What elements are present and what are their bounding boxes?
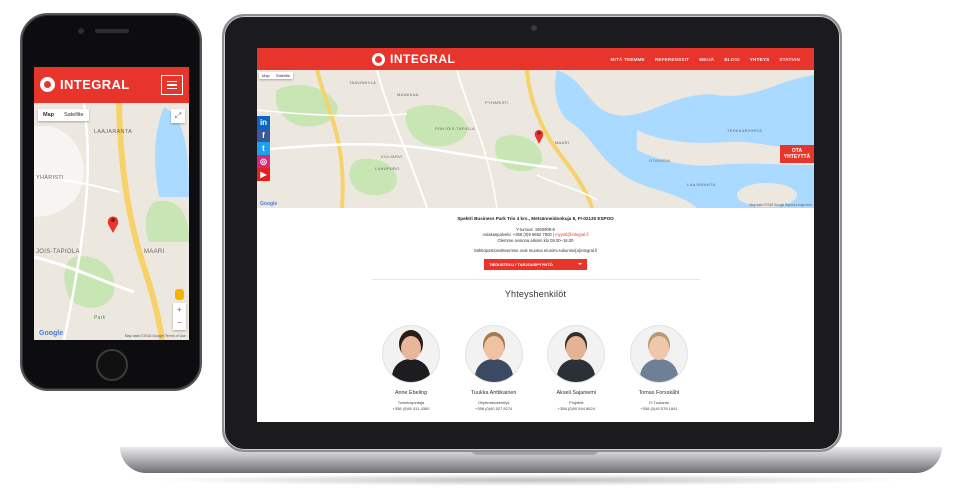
map-embed[interactable]: Map Satellite TAAVINKYLÄ MANKKAA PYHÄRIS…	[257, 70, 814, 208]
phone-map-label: YHÄRISTI	[36, 175, 64, 181]
phone-map-credit: Map data ©2018 Google Terms of Use	[124, 334, 186, 338]
person-card: Anne Ebeling Toimitusjohtaja +358 (0)50 …	[380, 326, 442, 411]
person-phone[interactable]: +358 (0)50 544 8624	[545, 406, 607, 411]
map-label: PYHÄRISTI	[485, 100, 509, 105]
person-role: Ohjelmistokehitys	[477, 400, 510, 405]
person-name: Tomas Forsskåhl	[638, 390, 680, 396]
zoom-out-button[interactable]: −	[173, 316, 186, 329]
map-label: TEKKKARIVIRTA	[727, 128, 763, 133]
fullscreen-icon[interactable]: ⤢	[171, 109, 185, 123]
person-role: Projektit	[569, 400, 584, 405]
social-bar: in f t ◎ ▶	[257, 116, 270, 181]
contact-content: Spektri Business Park Trio 4 krs., Metsä…	[257, 208, 814, 411]
facebook-icon[interactable]: f	[257, 129, 270, 142]
instagram-icon[interactable]: ◎	[257, 155, 270, 168]
phone-speaker	[95, 29, 129, 33]
laptop-camera	[531, 25, 537, 31]
person-role: IT-Tuotanto	[648, 400, 670, 405]
person-card: Tuukka Anttikainen Ohjelmistokehitys +35…	[463, 326, 525, 411]
home-button[interactable]	[96, 349, 128, 381]
avatar	[630, 326, 687, 382]
map-credit: Map data ©2018 Google Report a map error	[749, 203, 812, 207]
map-label: TAAVINKYLÄ	[349, 80, 377, 85]
map-tab-satellite[interactable]: Satellite	[273, 72, 293, 79]
company-info: Y-tunnus: 1960908-8 Asiakaspalvelu: +358…	[257, 227, 814, 243]
brand-name: INTEGRAL	[390, 52, 456, 66]
nav-item-mita-teemme[interactable]: MITÄ TEEMME	[610, 57, 644, 62]
map-label: MANKKAA	[397, 92, 419, 97]
person-card: Akseli Sajaniemi Projektit +358 (0)50 54…	[545, 326, 607, 411]
linkedin-icon[interactable]: in	[257, 116, 270, 129]
map-type-tabs: Map Satellite	[259, 72, 294, 79]
contact-cta-button[interactable]: OTA YHTEYTTÄ	[780, 145, 814, 163]
pegman-icon[interactable]	[175, 289, 184, 300]
map-label: KIVIJÄRVI	[381, 154, 403, 159]
youtube-icon[interactable]: ▶	[257, 168, 270, 181]
phone-map-label: LAAJARANTA	[94, 129, 133, 135]
map-label: MAARI	[555, 140, 570, 145]
phone-map-label: JOIS-TAPIOLA	[36, 249, 80, 255]
person-card: Tomas Forsskåhl IT-Tuotanto +358 (0)40 5…	[628, 326, 690, 411]
map-label: OTANIEMI	[649, 158, 671, 163]
phone-camera	[78, 28, 84, 34]
person-role: Toimitusjohtaja	[397, 400, 425, 405]
zoom-in-button[interactable]: +	[173, 303, 186, 316]
person-name: Tuukka Anttikainen	[470, 390, 517, 396]
map-tab-map[interactable]: Map	[38, 109, 59, 121]
map-label: LUKUPURO	[375, 166, 400, 171]
avatar	[383, 326, 439, 382]
twitter-icon[interactable]: t	[257, 142, 270, 155]
map-tab-satellite[interactable]: Satellite	[59, 109, 89, 121]
menu-icon[interactable]	[161, 75, 183, 95]
opening-hours: Olemme avoinna arkisin klo 08.00–16.00	[497, 237, 574, 243]
customer-service-text: Asiakaspalvelu: +358 (0)9 8682 7900 |	[482, 232, 556, 238]
avatar	[465, 326, 522, 382]
nav-item-meija[interactable]: MEIJÄ	[699, 57, 714, 62]
map-label: LAAJARANTA	[687, 182, 716, 187]
logo-icon	[372, 52, 385, 66]
phone-map-label: MAARI	[144, 249, 165, 255]
google-logo: Google	[260, 201, 278, 207]
site-logo[interactable]: INTEGRAL	[372, 52, 455, 66]
zoom-control: + −	[173, 303, 186, 330]
device-mockup-stage: INTEGRAL MITÄ TEEMME REFERENSSIT MEIJÄ B…	[0, 0, 960, 500]
avatar	[548, 326, 605, 382]
phone-screen: INTEGRAL Map Satellite ⤢ LAAJARANTA YHÄR…	[34, 67, 189, 340]
nav-item-yhteys[interactable]: YHTEYS	[750, 57, 770, 62]
contacts-heading: Yhteyshenkilöt	[504, 289, 567, 300]
map-label: POHJOIS-TAPIOLA	[435, 126, 475, 131]
inquiry-dropdown[interactable]: TIEDUSTELU / TARJOUSPYYNTÖ	[484, 259, 587, 271]
nav-item-referenssit[interactable]: REFERENSSIT	[655, 57, 689, 62]
person-phone[interactable]: +358 (0)50 511 4360	[380, 406, 442, 411]
email-format-note: Sähköpostiosoitteemme ovat muotoa etunim…	[473, 248, 598, 254]
person-phone[interactable]: +358 (0)40 527 8274	[463, 406, 525, 411]
phone-map-graphic	[34, 67, 189, 340]
map-tab-map[interactable]: Map	[259, 72, 273, 79]
divider	[371, 279, 700, 281]
laptop-shadow	[150, 474, 910, 486]
laptop-screen: INTEGRAL MITÄ TEEMME REFERENSSIT MEIJÄ B…	[257, 48, 814, 422]
phone-device: INTEGRAL Map Satellite ⤢ LAAJARANTA YHÄR…	[20, 13, 202, 391]
nav-item-statian[interactable]: STATIAN	[779, 57, 800, 62]
person-name: Akseli Sajaniemi	[556, 390, 597, 396]
google-logo: Google	[39, 330, 64, 337]
phone-map-type-tabs: Map Satellite	[38, 109, 89, 121]
laptop-lid: INTEGRAL MITÄ TEEMME REFERENSSIT MEIJÄ B…	[222, 14, 842, 452]
phone-map-label: Park	[94, 315, 106, 321]
person-name: Anne Ebeling	[394, 390, 428, 396]
site-header: INTEGRAL MITÄ TEEMME REFERENSSIT MEIJÄ B…	[257, 48, 814, 70]
map-graphic	[257, 70, 814, 208]
contact-people: Anne Ebeling Toimitusjohtaja +358 (0)50 …	[380, 326, 690, 411]
person-phone[interactable]: +358 (0)40 578 1841	[628, 406, 690, 411]
logo-icon	[40, 77, 55, 92]
phone-site-header: INTEGRAL	[34, 67, 189, 103]
phone-site-logo[interactable]: INTEGRAL	[40, 77, 130, 92]
cta-line-2: YHTEYTTÄ	[783, 154, 811, 160]
nav-item-blogi[interactable]: BLOGI	[724, 57, 740, 62]
company-address: Spektri Business Park Trio 4 krs., Metsä…	[457, 216, 614, 221]
main-nav: MITÄ TEEMME REFERENSSIT MEIJÄ BLOGI YHTE…	[610, 48, 800, 70]
sales-email-link[interactable]: myynti@integral.fi	[555, 232, 588, 237]
phone-brand-name: INTEGRAL	[60, 77, 130, 92]
